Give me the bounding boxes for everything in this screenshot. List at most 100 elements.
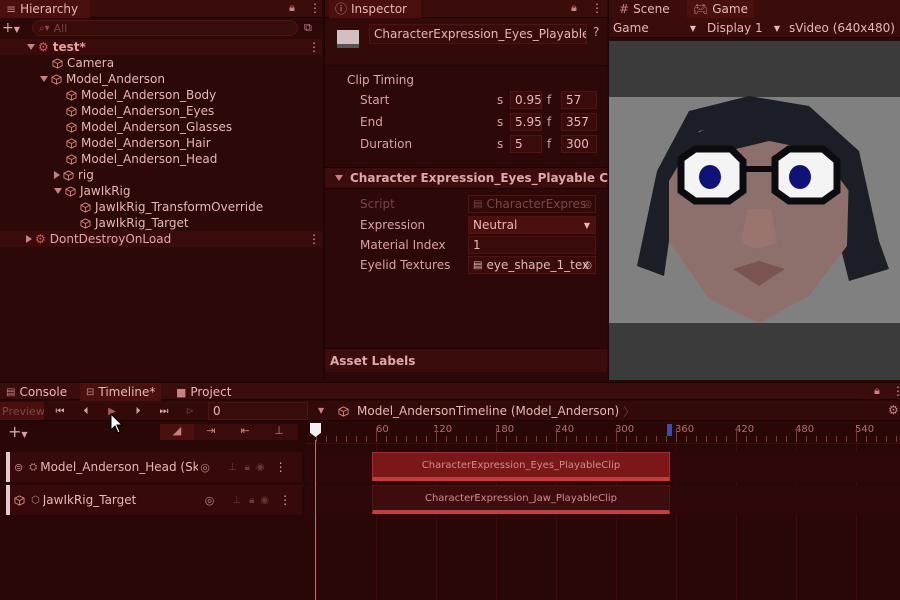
material-index-field[interactable]: 1 bbox=[468, 236, 596, 254]
game-panel: # Scene 🎮︎ Game Game ▼ Display 1 ▼ sVide… bbox=[608, 0, 900, 380]
record-icon[interactable]: ⊥ bbox=[232, 495, 241, 506]
expand-icon[interactable] bbox=[40, 76, 48, 82]
end-marker[interactable] bbox=[667, 424, 672, 436]
tab-game[interactable]: 🎮︎ Game bbox=[687, 0, 754, 18]
replace-mode-icon[interactable]: ⇤ bbox=[228, 424, 262, 440]
goto-start-button[interactable]: ⏮︎ bbox=[50, 403, 70, 419]
tree-item-model-anderson[interactable]: Model_Anderson bbox=[40, 71, 165, 87]
expand-icon[interactable] bbox=[54, 188, 62, 194]
track-header-head[interactable]: ⊜ ⛭ Model_Anderson_Head (Ski ◎ ⊥ 🔒︎ ◉ ⋮ bbox=[6, 452, 302, 482]
tree-item-glasses[interactable]: Model_Anderson_Glasses bbox=[66, 119, 232, 135]
snap-icon[interactable]: ⊥ bbox=[262, 424, 296, 440]
playhead-line bbox=[315, 440, 316, 600]
tab-hierarchy[interactable]: ≡ Hierarchy bbox=[0, 0, 90, 18]
start-frames-field[interactable]: 57 bbox=[561, 91, 597, 109]
track-menu-icon[interactable]: ⋮ bbox=[279, 493, 291, 507]
duration-seconds-field[interactable]: 5 bbox=[510, 135, 542, 153]
track-header-jaw[interactable]: ⬡ JawIkRig_Target ◎ ⊥ 🔒︎ ◉ ⋮ bbox=[6, 485, 302, 515]
tab-timeline[interactable]: ⊟ Timeline* bbox=[80, 383, 162, 401]
clip-jaw[interactable]: CharacterExpression_Jaw_PlayableClip bbox=[372, 485, 670, 514]
display-dropdown[interactable]: Display 1 ▼ bbox=[707, 20, 783, 36]
tree-item-jawikrig[interactable]: JawIkRig bbox=[54, 183, 130, 199]
lock-icon[interactable]: 🔒︎ bbox=[571, 2, 577, 13]
component-header[interactable]: Character Expression_Eyes_Playable Clip bbox=[325, 167, 625, 189]
mute-icon[interactable]: ◉ bbox=[260, 495, 269, 506]
component-foldout-icon[interactable] bbox=[335, 175, 343, 181]
hierarchy-panel: ≡ Hierarchy 🔒︎ ⋮ +▼ ⌕▾ All ⧉ ⚙ test* ⋮ C… bbox=[0, 0, 322, 380]
tree-item-test[interactable]: ⚙ test* ⋮ bbox=[0, 39, 322, 55]
eyelid-textures-field[interactable]: ▤ eye_shape_1_tex ◎ bbox=[468, 256, 596, 274]
timeline-menu-icon[interactable]: ⋮ bbox=[892, 384, 900, 398]
hierarchy-menu-icon[interactable]: ⋮ bbox=[309, 1, 321, 15]
prev-frame-button[interactable]: ⏴︎ bbox=[76, 403, 96, 419]
ruler-tick bbox=[876, 436, 877, 442]
object-name-field[interactable]: CharacterExpression_Eyes_PlayableC bbox=[369, 24, 587, 44]
lock-icon[interactable]: 🔒︎ bbox=[245, 462, 250, 473]
expand-icon[interactable] bbox=[27, 44, 35, 50]
ruler-tick bbox=[506, 436, 507, 442]
lock-icon[interactable]: 🔒︎ bbox=[874, 385, 880, 396]
record-icon[interactable]: ⊥ bbox=[228, 462, 237, 473]
ruler-tick bbox=[426, 436, 427, 442]
game-mode-dropdown[interactable]: Game ▼ bbox=[613, 20, 699, 36]
preview-button[interactable]: Preview bbox=[0, 402, 45, 420]
scene-visibility-icon[interactable]: ⧉ bbox=[304, 21, 312, 35]
lock-icon[interactable]: 🔒︎ bbox=[289, 2, 295, 13]
tab-scene[interactable]: # Scene bbox=[613, 0, 676, 18]
ruler-label-540: 540 bbox=[855, 424, 875, 435]
ripple-mode-icon[interactable]: ⇥ bbox=[194, 424, 228, 440]
collapse-icon[interactable] bbox=[26, 235, 32, 243]
help-icon[interactable]: ? bbox=[593, 25, 599, 39]
tab-console[interactable]: ▤ Console bbox=[0, 383, 73, 401]
asset-labels-bar[interactable]: Asset Labels bbox=[325, 348, 607, 372]
gameobject-cube-icon bbox=[63, 169, 74, 181]
tree-item-jaw-target[interactable]: JawIkRig_Target bbox=[80, 215, 189, 231]
tree-item-body[interactable]: Model_Anderson_Body bbox=[66, 87, 216, 103]
tree-item-dontdestroyonload[interactable]: ⚙ DontDestroyOnLoad ⋮ bbox=[0, 231, 322, 247]
object-picker-icon[interactable]: ◎ bbox=[205, 494, 215, 507]
scene-menu-icon[interactable]: ⋮ bbox=[308, 232, 320, 246]
timeline-breadcrumb[interactable]: Model_AndersonTimeline (Model_Anderson) … bbox=[338, 402, 635, 420]
timeline-settings-icon[interactable]: ⚙ bbox=[888, 403, 899, 417]
start-seconds-field[interactable]: 0.95 bbox=[510, 91, 542, 109]
play-range-button[interactable]: ⊳ bbox=[180, 403, 200, 419]
mix-mode-icon[interactable]: ◢ bbox=[160, 424, 194, 440]
tree-item-head[interactable]: Model_Anderson_Head bbox=[66, 151, 217, 167]
lock-icon[interactable]: 🔒︎ bbox=[249, 495, 254, 506]
end-seconds-field[interactable]: 5.95 bbox=[510, 113, 542, 131]
ruler-tick bbox=[546, 436, 547, 442]
tree-item-eyes[interactable]: Model_Anderson_Eyes bbox=[66, 103, 214, 119]
hierarchy-search[interactable]: ⌕▾ All bbox=[32, 20, 298, 36]
tree-item-rig[interactable]: rig bbox=[54, 167, 94, 183]
duration-frames-field[interactable]: 300 bbox=[561, 135, 597, 153]
ruler-tick bbox=[776, 436, 777, 442]
clip-asset-icon bbox=[337, 30, 359, 48]
tab-project[interactable]: ■ Project bbox=[170, 383, 237, 401]
frame-dropdown-icon[interactable]: ▼ bbox=[318, 406, 324, 415]
expression-dropdown[interactable]: Neutral ▼ bbox=[468, 216, 596, 234]
object-picker-icon[interactable]: ◎ bbox=[200, 461, 210, 474]
tree-item-transform-override[interactable]: JawIkRig_TransformOverride bbox=[80, 199, 263, 215]
end-frames-field[interactable]: 357 bbox=[561, 113, 597, 131]
tab-inspector[interactable]: ⓘ Inspector bbox=[329, 0, 421, 18]
material-index-label: Material Index bbox=[360, 238, 446, 252]
next-frame-button[interactable]: ⏵︎ bbox=[128, 403, 148, 419]
object-picker-icon[interactable]: ◎ bbox=[583, 260, 592, 271]
clip-eyes[interactable]: CharacterExpression_Eyes_PlayableClip bbox=[372, 452, 670, 481]
frame-field[interactable]: 0 bbox=[208, 402, 308, 420]
inspector-menu-icon[interactable]: ⋮ bbox=[591, 1, 603, 15]
tree-item-hair[interactable]: Model_Anderson_Hair bbox=[66, 135, 211, 151]
ruler-tick bbox=[686, 436, 687, 442]
scene-menu-icon[interactable]: ⋮ bbox=[308, 40, 320, 54]
tree-item-camera[interactable]: Camera bbox=[52, 55, 114, 71]
collapse-icon[interactable] bbox=[54, 171, 60, 179]
goto-end-button[interactable]: ⏭︎ bbox=[154, 403, 174, 419]
add-object-button[interactable]: +▼ bbox=[2, 20, 28, 36]
clip-timing-header: Clip Timing bbox=[347, 73, 415, 87]
track-menu-icon[interactable]: ⋮ bbox=[275, 460, 287, 474]
add-track-button[interactable]: +▼ bbox=[8, 424, 38, 440]
resolution-dropdown[interactable]: sVideo (640x480) bbox=[789, 20, 900, 36]
ruler-tick bbox=[406, 436, 407, 442]
game-viewport[interactable] bbox=[609, 41, 900, 380]
mute-icon[interactable]: ◉ bbox=[256, 462, 265, 473]
